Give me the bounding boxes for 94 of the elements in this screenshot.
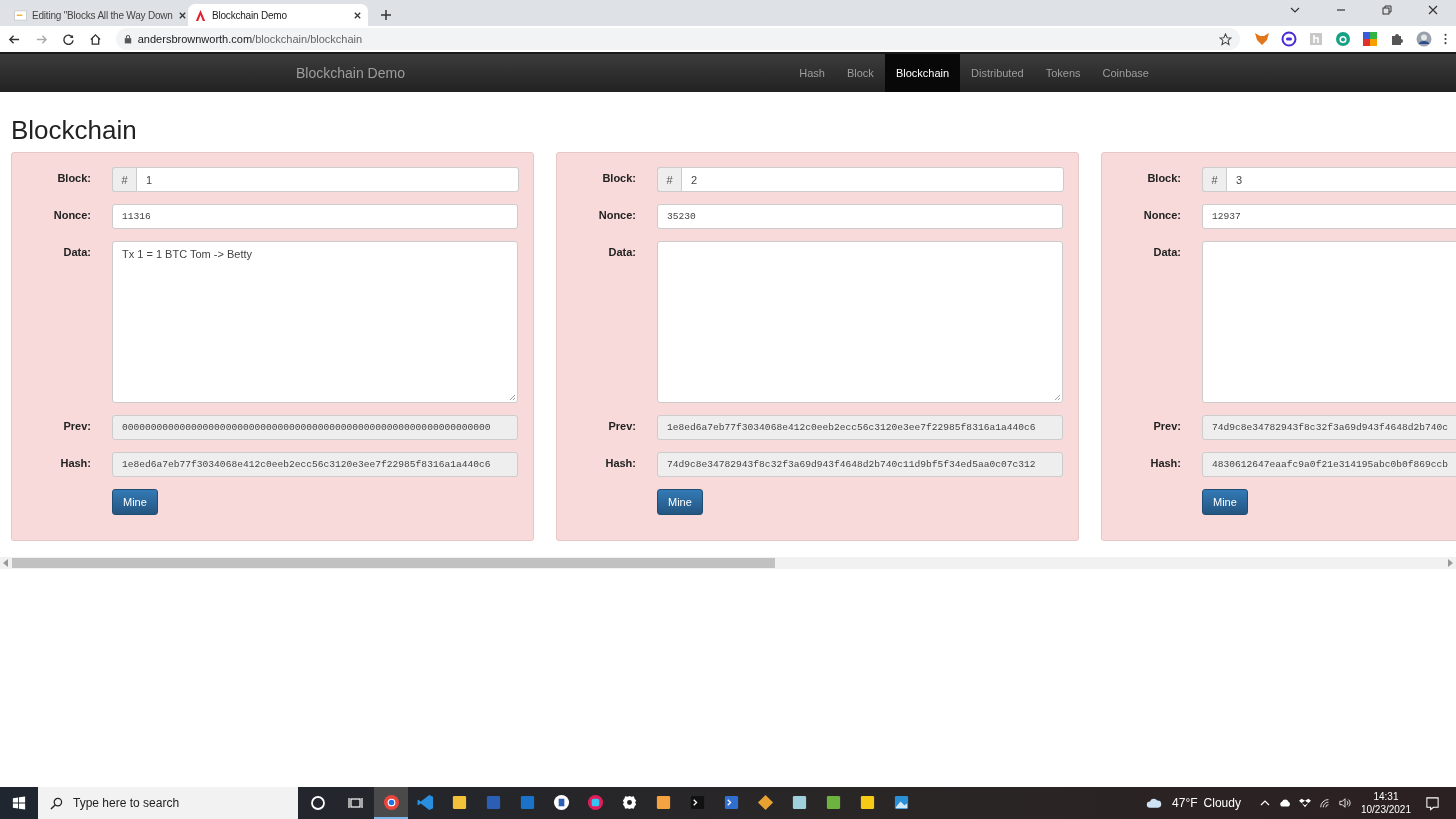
file-icon bbox=[654, 793, 672, 811]
mine-button[interactable]: Mine bbox=[1202, 489, 1248, 515]
search-icon bbox=[50, 796, 63, 810]
speaker-icon[interactable] bbox=[1338, 797, 1351, 809]
settings-icon bbox=[620, 793, 638, 811]
cloud-icon[interactable] bbox=[1278, 797, 1291, 809]
box-icon[interactable] bbox=[1298, 797, 1311, 809]
page-icon bbox=[14, 8, 27, 22]
input-addon: # bbox=[1202, 167, 1226, 192]
field-label: Data: bbox=[607, 245, 636, 258]
tab-title: Editing "Blocks All the Way Down bbox=[32, 9, 173, 21]
mine-button[interactable]: Mine bbox=[112, 489, 158, 515]
taskbar-search-field[interactable]: Type here to search bbox=[38, 787, 298, 819]
horizontal-scrollbar[interactable] bbox=[0, 557, 1456, 569]
spreadsheet-icon bbox=[824, 793, 842, 811]
extension-icon[interactable] bbox=[1362, 31, 1378, 47]
extension-icon[interactable] bbox=[1335, 31, 1351, 47]
nonce-field[interactable]: 11316 bbox=[112, 204, 518, 229]
hash-field: 74d9c8e34782943f8c32f3a69d943f4648d2b740c11d9bf5f34ed5aa0c07c312 bbox=[657, 452, 1063, 477]
puzzle-icon[interactable] bbox=[1389, 31, 1405, 47]
data-textarea[interactable]: Tx 1 = 1 BTC Tom -> Betty bbox=[112, 241, 518, 403]
nav-link[interactable]: Distributed bbox=[960, 54, 1035, 92]
url-text: andersbrownworth.com/blockchain/blockchain bbox=[137, 33, 363, 45]
block-number-field[interactable]: 3 bbox=[1226, 167, 1456, 192]
block-number-field[interactable]: 1 bbox=[136, 167, 519, 192]
new-tab-icon[interactable] bbox=[380, 9, 392, 21]
mine-button[interactable]: Mine bbox=[657, 489, 703, 515]
resize-grip-icon[interactable] bbox=[508, 393, 516, 401]
hash-field: 74d9c8e34782943f8c32f3a69d943f4648d2b740c bbox=[1202, 415, 1456, 440]
resize-grip-icon[interactable] bbox=[1053, 393, 1061, 401]
hash-field: 1e8ed6a7eb77f3034068e412c0eeb2ecc56c3120e3ee7f22985f8316a1a440c6 bbox=[657, 415, 1063, 440]
site-brand[interactable]: Blockchain Demo bbox=[296, 65, 405, 81]
field-label: Prev: bbox=[62, 419, 91, 432]
fox-extension-icon[interactable] bbox=[1254, 31, 1270, 47]
field-label: Data: bbox=[1152, 245, 1181, 258]
scrollbar-thumb[interactable] bbox=[12, 558, 775, 568]
chat-extension-icon[interactable] bbox=[1281, 31, 1297, 47]
block-number-field[interactable]: 2 bbox=[681, 167, 1064, 192]
wifi-icon[interactable] bbox=[1318, 797, 1331, 809]
weather-text: Cloudy bbox=[1203, 796, 1241, 810]
hash-field: 4830612647eaafc9a0f21e314195abc0b0f869ccb bbox=[1202, 452, 1456, 477]
nav-link[interactable]: Hash bbox=[788, 54, 836, 92]
notification-icon[interactable] bbox=[1425, 795, 1440, 811]
site-logo-icon bbox=[194, 8, 207, 22]
field-label: Hash: bbox=[604, 456, 636, 469]
home-icon[interactable] bbox=[88, 32, 102, 46]
nonce-field[interactable]: 12937 bbox=[1202, 204, 1456, 229]
restore-icon[interactable] bbox=[1381, 3, 1393, 16]
menu-icon[interactable] bbox=[1443, 31, 1448, 47]
photo-icon bbox=[892, 793, 910, 811]
folder-icon bbox=[450, 793, 468, 811]
browser-tab[interactable]: Editing "Blocks All the Way Down bbox=[8, 4, 188, 26]
star-icon[interactable] bbox=[1219, 32, 1232, 46]
field-label: Data: bbox=[62, 245, 91, 258]
field-label: Nonce: bbox=[597, 208, 636, 221]
page-heading: Blockchain bbox=[11, 116, 138, 144]
field-label: Hash: bbox=[59, 456, 91, 469]
nav-link[interactable]: Block bbox=[835, 54, 885, 92]
clock-time[interactable]: 14:31 bbox=[1373, 790, 1399, 803]
nav-link[interactable]: Coinbase bbox=[1091, 54, 1160, 92]
nav-link[interactable]: Tokens bbox=[1034, 54, 1092, 92]
temperature-text: 47°F bbox=[1172, 796, 1198, 810]
field-label: Prev: bbox=[1152, 419, 1181, 432]
field-label: Nonce: bbox=[1142, 208, 1181, 221]
sticky-note-icon bbox=[858, 793, 876, 811]
nonce-field[interactable]: 35230 bbox=[657, 204, 1063, 229]
data-text: Tx 1 = 1 BTC Tom -> Betty bbox=[122, 248, 252, 260]
field-label: Prev: bbox=[607, 419, 636, 432]
input-addon: # bbox=[657, 167, 681, 192]
reload-icon[interactable] bbox=[61, 32, 75, 46]
browser-icon bbox=[382, 793, 400, 811]
shell-icon bbox=[722, 793, 740, 811]
browser-tab[interactable]: Blockchain Demo bbox=[188, 4, 368, 26]
nav-link[interactable]: Blockchain bbox=[884, 54, 961, 92]
lock-icon bbox=[123, 34, 132, 44]
hash-field: 0000000000000000000000000000000000000000000000000000000000000000 bbox=[112, 415, 518, 440]
terminal-icon bbox=[688, 793, 706, 811]
task-view-icon[interactable] bbox=[348, 795, 364, 811]
code-editor-icon bbox=[416, 793, 434, 811]
hash-field: 1e8ed6a7eb77f3034068e412c0eeb2ecc56c3120e3ee7f22985f8316a1a440c6 bbox=[112, 452, 518, 477]
avatar-icon[interactable] bbox=[1416, 31, 1432, 47]
diamond-icon bbox=[756, 793, 774, 811]
field-label: Block: bbox=[1146, 171, 1181, 184]
address-bar[interactable]: andersbrownworth.com/blockchain/blockchain bbox=[115, 28, 1240, 50]
field-label: Block: bbox=[601, 171, 636, 184]
tab-title: Blockchain Demo bbox=[212, 9, 288, 21]
clock-date[interactable]: 10/23/2021 bbox=[1360, 803, 1411, 816]
windows-start-icon[interactable] bbox=[12, 796, 26, 810]
input-addon: # bbox=[112, 167, 136, 192]
field-label: Block: bbox=[56, 171, 91, 184]
field-label: Hash: bbox=[1149, 456, 1181, 469]
notepad-icon bbox=[790, 793, 808, 811]
field-label: Nonce: bbox=[52, 208, 91, 221]
cortana-icon[interactable] bbox=[310, 795, 326, 811]
